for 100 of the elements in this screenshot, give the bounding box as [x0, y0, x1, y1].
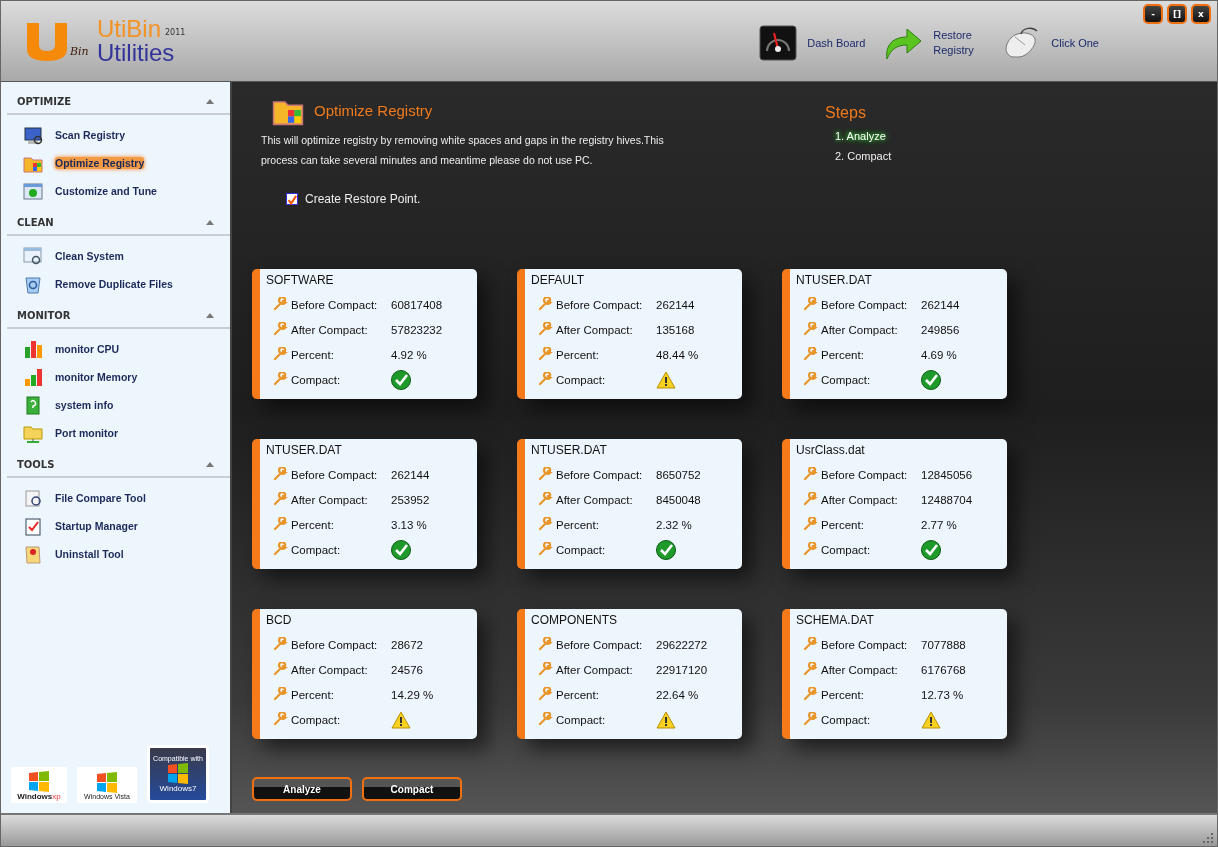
action-button[interactable]: Compact	[362, 777, 462, 801]
note-icon	[23, 544, 43, 564]
logo-text: Bin	[70, 45, 89, 58]
field-value: 262144	[656, 298, 695, 311]
checkbox-label: Create Restore Point.	[305, 192, 421, 206]
field-label: Before Compact:	[556, 638, 644, 651]
section-header[interactable]: CLEAN	[7, 217, 230, 236]
field-label: After Compact:	[821, 323, 899, 336]
field-label: Percent:	[556, 348, 600, 361]
bin-icon	[23, 274, 43, 294]
badge-text: Windows7	[159, 784, 197, 793]
hive-name: NTUSER.DAT	[266, 443, 343, 457]
field-label: After Compact:	[291, 663, 369, 676]
clipboard-icon	[23, 516, 43, 536]
sidebar-item[interactable]: system info	[1, 391, 230, 419]
hive-name: DEFAULT	[531, 273, 586, 287]
resize-grip-icon	[1203, 833, 1213, 843]
wrench-icon	[802, 661, 818, 678]
wrench-icon	[272, 346, 288, 363]
flag-icon	[166, 762, 190, 784]
field-value: 8650752	[656, 468, 701, 481]
sidebar-item[interactable]: Scan Registry	[1, 121, 230, 149]
field-value: 29622272	[656, 638, 708, 651]
field-label: After Compact:	[556, 493, 634, 506]
field-value: 4.92 %	[391, 348, 427, 361]
flag-icon	[95, 770, 119, 793]
field-label: Before Compact:	[556, 468, 644, 481]
wrench-icon	[537, 371, 553, 388]
wrench-icon	[272, 466, 288, 483]
wrench-icon	[272, 321, 288, 338]
checkbox[interactable]	[286, 193, 298, 205]
wrench-icon	[272, 296, 288, 313]
field-label: Compact:	[556, 543, 607, 556]
sidebar-item[interactable]: Port monitor	[1, 419, 230, 447]
field-label: After Compact:	[556, 663, 634, 676]
field-label: Compact:	[821, 543, 872, 556]
description-text: This will optimize registry by removing white spaces and gaps in the registry hives.This process can take several minutes and meantime please do not use PC.	[261, 133, 665, 168]
sidebar-item[interactable]: Optimize Registry	[1, 149, 230, 177]
field-value: 3.13 %	[391, 518, 427, 531]
field-value: 2.32 %	[656, 518, 692, 531]
wrench-icon	[537, 346, 553, 363]
wrench-icon	[802, 296, 818, 313]
field-value: 12845056	[921, 468, 973, 481]
toolbar-button[interactable]: Dash Board	[759, 25, 866, 61]
maximize-button[interactable]: []	[1167, 4, 1187, 24]
badge-suffix: xp	[52, 791, 61, 801]
field-label: After Compact:	[821, 663, 899, 676]
field-value: 22917120	[656, 663, 708, 676]
field-value: 22.64 %	[656, 688, 699, 701]
field-value: 12488704	[921, 493, 973, 506]
field-label: Compact:	[821, 373, 872, 386]
field-value: 135168	[656, 323, 695, 336]
hive-name: NTUSER.DAT	[796, 273, 873, 287]
wrench-icon	[537, 296, 553, 313]
wrench-icon	[802, 636, 818, 653]
wrench-icon	[537, 541, 553, 558]
field-label: Compact:	[556, 373, 607, 386]
sidebar-item[interactable]: Startup Manager	[1, 512, 230, 540]
sidebar-item[interactable]: monitor Memory	[1, 363, 230, 391]
monitor-icon	[23, 125, 43, 145]
app-name: UtiBin	[97, 17, 162, 41]
sidebar-item[interactable]: monitor CPU	[1, 335, 230, 363]
toolbar-button[interactable]: Click One	[1001, 25, 1099, 61]
hive-name: COMPONENTS	[531, 613, 618, 627]
minimize-button[interactable]: -	[1143, 4, 1163, 24]
app-subtitle: Utilities	[97, 41, 176, 65]
field-value: 28672	[391, 638, 423, 651]
wrench-icon	[537, 491, 553, 508]
bar-chart-icon	[23, 339, 43, 359]
field-label: Before Compact:	[291, 468, 379, 481]
field-value: 253952	[391, 493, 430, 506]
section-header[interactable]: TOOLS	[7, 459, 230, 478]
flag-icon	[27, 769, 51, 792]
arrow-icon	[883, 25, 924, 61]
wrench-icon	[537, 686, 553, 703]
page-title: Optimize Registry	[314, 101, 433, 119]
toolbar-button[interactable]: Restore Registry	[883, 25, 984, 61]
wrench-icon	[272, 661, 288, 678]
steps-heading: Steps	[825, 104, 867, 122]
field-label: Compact:	[556, 713, 607, 726]
hive-name: BCD	[266, 613, 293, 627]
field-value: 4.69 %	[921, 348, 957, 361]
field-value: 60817408	[391, 298, 443, 311]
action-button[interactable]: Analyze	[252, 777, 352, 801]
wrench-icon	[537, 636, 553, 653]
window-icon	[23, 246, 43, 266]
gauge-icon	[759, 25, 798, 61]
section-header[interactable]: OPTIMIZE	[7, 96, 230, 115]
hive-name: UsrClass.dat	[796, 443, 866, 457]
sidebar-item[interactable]: Uninstall Tool	[1, 540, 230, 568]
field-label: Compact:	[291, 373, 342, 386]
sidebar-item[interactable]: Remove Duplicate Files	[1, 270, 230, 298]
section-header[interactable]: MONITOR	[7, 310, 230, 329]
wrench-icon	[537, 466, 553, 483]
sidebar-item[interactable]: Customize and Tune	[1, 177, 230, 205]
document-icon	[23, 395, 43, 415]
sidebar-item[interactable]: Clean System	[1, 242, 230, 270]
close-button[interactable]: x	[1191, 4, 1211, 24]
window-icon	[23, 181, 43, 201]
sidebar-item[interactable]: File Compare Tool	[1, 484, 230, 512]
